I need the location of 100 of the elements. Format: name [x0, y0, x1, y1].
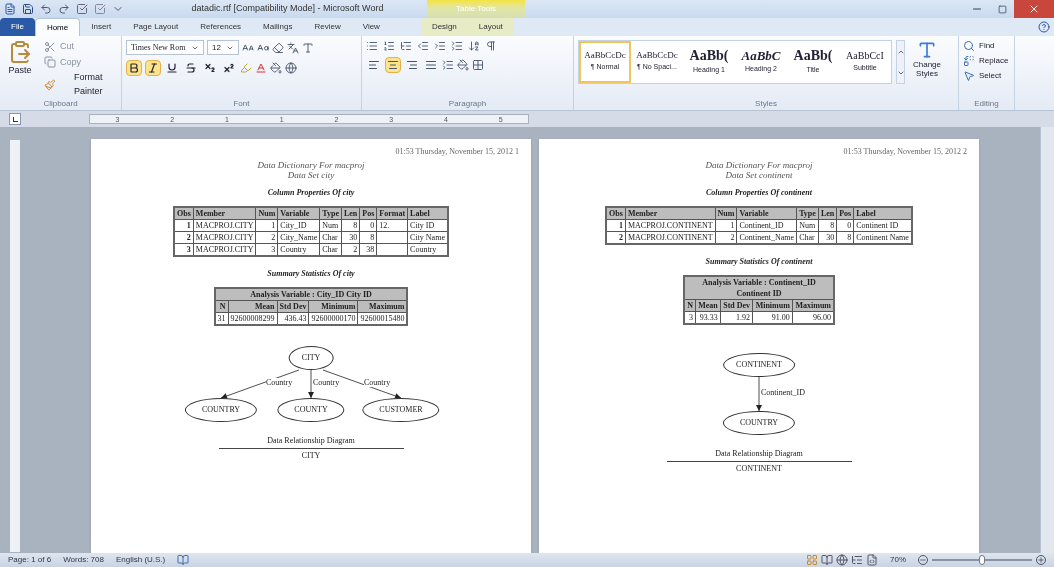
italic-button[interactable]: [145, 60, 161, 76]
pilcrow-icon[interactable]: [485, 40, 497, 52]
diagram-node: CUSTOMER: [362, 398, 440, 422]
paste-button[interactable]: Paste: [4, 40, 36, 98]
multilevel-list-icon[interactable]: [400, 40, 412, 52]
page-header: 01:53 Thursday, November 15, 2012 1: [395, 147, 520, 156]
find-button[interactable]: Find: [963, 40, 1009, 52]
page-header: 01:53 Thursday, November 15, 2012 2: [843, 147, 968, 156]
align-center-icon: [387, 59, 399, 71]
outline-icon[interactable]: [851, 554, 863, 566]
arrow: [308, 369, 314, 399]
decrease-indent-icon[interactable]: [417, 40, 429, 52]
checkbox-icon[interactable]: [94, 3, 106, 15]
redo-icon[interactable]: [58, 3, 70, 15]
diagram-footer: CONTINENT: [736, 464, 782, 474]
shading-icon[interactable]: [270, 62, 282, 74]
web-layout-icon[interactable]: [836, 554, 848, 566]
section-title: Column Properties Of city: [267, 188, 355, 198]
scissors-icon: [44, 40, 56, 53]
increase-indent-icon[interactable]: [434, 40, 446, 52]
search-icon: [963, 40, 975, 52]
column-header: Pos: [836, 207, 854, 220]
column-header: Format: [376, 207, 408, 220]
ribbon-tab[interactable]: Design: [420, 18, 468, 36]
language-status[interactable]: English (U.S.): [115, 554, 166, 566]
format-painter-button[interactable]: Format Painter: [44, 71, 117, 98]
column-header: Label: [853, 207, 912, 220]
ribbon-tab[interactable]: File: [0, 18, 35, 36]
bullets-icon[interactable]: [366, 40, 378, 52]
bold-icon: [128, 62, 140, 74]
numbering-icon[interactable]: [383, 40, 395, 52]
save-icon[interactable]: [22, 3, 34, 15]
vertical-scrollbar[interactable]: [1040, 127, 1054, 553]
ribbon-tab[interactable]: References: [189, 18, 253, 36]
shading-icon[interactable]: [457, 59, 469, 71]
sort-icon[interactable]: [468, 40, 480, 52]
help-icon[interactable]: [1038, 21, 1050, 33]
strikethrough-icon: [185, 62, 197, 74]
section-title: Column Properties Of continent: [706, 188, 812, 198]
undo-icon[interactable]: [40, 3, 52, 15]
gallery-scrollbar[interactable]: [896, 40, 905, 84]
edge-label: Country: [266, 378, 293, 387]
replace-button[interactable]: Replace: [963, 55, 1009, 67]
section-title: Summary Statistics Of city: [267, 269, 355, 279]
zoom-in-icon[interactable]: [1036, 555, 1046, 565]
zoom-slider-thumb[interactable]: [979, 555, 985, 565]
ribbon-tab[interactable]: View: [351, 18, 391, 36]
column-header: Member: [193, 207, 256, 220]
proofing-icon[interactable]: [177, 554, 190, 566]
ribbon-tab[interactable]: Mailings: [252, 18, 304, 36]
change-case-icon[interactable]: [257, 41, 269, 54]
column-header: Len: [341, 207, 360, 220]
column-header: Obs: [606, 207, 626, 220]
diagram-node: CONTINENT: [723, 353, 795, 377]
clear-formatting-icon[interactable]: [272, 41, 284, 54]
report-subtitle: Data Set continent: [725, 170, 793, 180]
column-header: Analysis Variable : Continent_ID Continent ID: [684, 276, 834, 300]
reading-layout-icon[interactable]: [821, 554, 833, 566]
line-spacing-icon[interactable]: [442, 59, 454, 71]
font-size-field[interactable]: 12: [207, 40, 239, 55]
word-count[interactable]: Words: 708: [63, 554, 104, 566]
checkbox-icon[interactable]: [76, 3, 88, 15]
ribbon-tab[interactable]: Layout: [467, 18, 514, 36]
diagram-node: COUNTRY: [184, 398, 258, 422]
ribbon-tab[interactable]: Home: [34, 18, 81, 36]
column-header: Analysis Variable : City_ID City ID: [214, 288, 408, 301]
font-color-icon[interactable]: [255, 62, 267, 74]
diagram-caption: Data Relationship Diagram: [715, 449, 803, 459]
edge-label: Country: [364, 378, 391, 387]
align-center-button[interactable]: [385, 57, 401, 73]
underline-icon: [166, 62, 178, 74]
phonetic-guide-icon[interactable]: [287, 41, 299, 54]
font-size-icon[interactable]: [242, 41, 254, 54]
group-label: Font: [232, 98, 251, 110]
zoom-level[interactable]: 70%: [890, 554, 906, 566]
edge-label: Country: [313, 378, 340, 387]
section-title: Summary Statistics Of continent: [705, 257, 813, 267]
superscript-icon: [223, 62, 235, 74]
change-styles-button[interactable]: Change Styles: [909, 40, 945, 78]
align-right-icon: [406, 59, 418, 71]
replace-icon: [963, 55, 975, 67]
diagram-footer: CITY: [301, 451, 321, 461]
group-label: Clipboard: [42, 98, 79, 110]
paintbrush-icon: [44, 78, 56, 91]
maximize-icon: [997, 4, 1007, 14]
ribbon-tab[interactable]: Review: [303, 18, 352, 36]
context-tab-title: Table Tools: [427, 0, 525, 18]
diagram-caption: Data Relationship Diagram: [267, 436, 355, 446]
clipboard-icon: [8, 40, 32, 64]
ribbon-tab[interactable]: Insert: [80, 18, 123, 36]
select-button[interactable]: Select: [963, 70, 1009, 82]
edge-label: Continent_ID: [761, 388, 805, 397]
justify-icon: [425, 59, 437, 71]
borders-icon[interactable]: [472, 59, 484, 71]
tab-selector[interactable]: [9, 113, 21, 125]
ribbon-tab[interactable]: Page Layout: [122, 18, 190, 36]
page-count[interactable]: Page: 1 of 6: [8, 554, 52, 566]
font-name-field[interactable]: Times New Rom: [126, 40, 204, 55]
bold-button[interactable]: [126, 60, 142, 76]
column-header: Num: [715, 207, 737, 220]
